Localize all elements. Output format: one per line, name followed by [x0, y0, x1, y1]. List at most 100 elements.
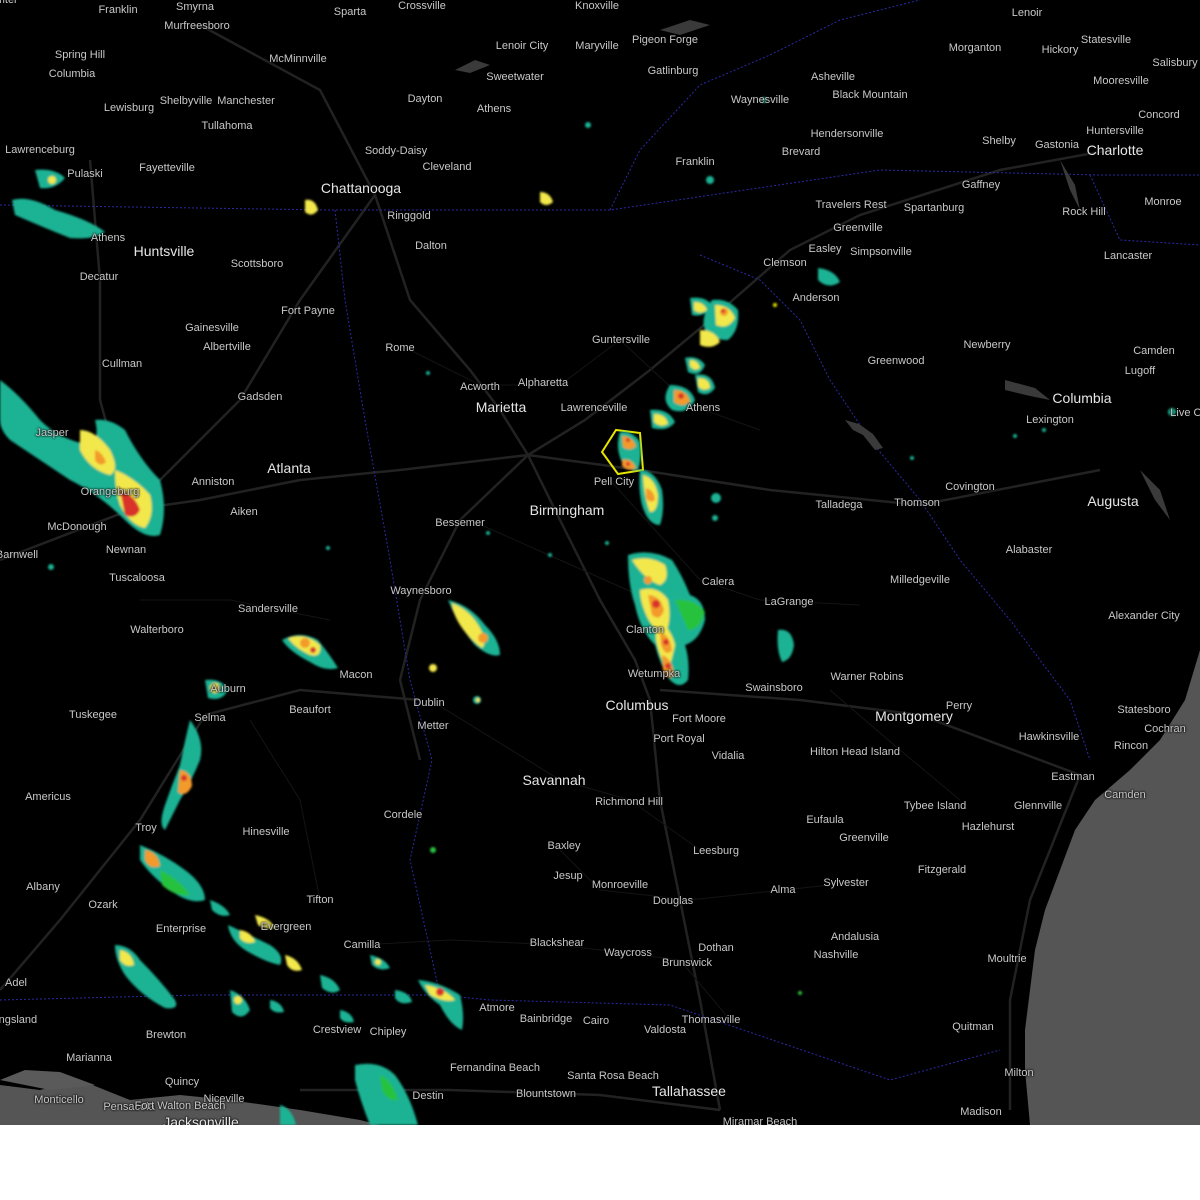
city-label: Alabaster: [1005, 544, 1053, 556]
water-features: [455, 20, 1170, 520]
city-label: Lenoir City: [495, 40, 549, 52]
city-label: Monroe: [1144, 196, 1182, 208]
city-label: Sylvester: [823, 877, 869, 889]
city-label: Covington: [945, 481, 995, 493]
city-label: Destin: [412, 1090, 444, 1102]
city-label: Lugoff: [1124, 365, 1156, 377]
city-label: Chattanooga: [320, 180, 402, 196]
city-label: Pulaski: [67, 168, 103, 180]
city-label: Augusta: [1087, 493, 1139, 509]
city-label: Aiken: [230, 506, 258, 518]
city-label: Monroeville: [591, 879, 649, 891]
city-label: Travelers Rest: [815, 199, 887, 211]
city-label: Blackshear: [529, 937, 585, 949]
city-label: Crossville: [398, 0, 446, 12]
city-label: Auburn: [210, 683, 246, 695]
city-label: Lancaster: [1103, 250, 1153, 262]
city-label: Blountstown: [516, 1088, 576, 1100]
city-label: Columbus: [605, 697, 669, 713]
city-label: Fort Walton Beach: [134, 1100, 226, 1112]
city-label: Hawkinsville: [1018, 731, 1080, 743]
city-label: Fernandina Beach: [450, 1062, 540, 1074]
city-label: Spring Hill: [54, 49, 106, 61]
city-label: Adel: [4, 977, 28, 989]
city-label: Sumter: [0, 0, 18, 6]
city-label: Dalton: [415, 240, 447, 252]
city-label: Marianna: [66, 1052, 112, 1064]
city-label: Athens: [476, 103, 512, 115]
city-label: Troy: [135, 822, 157, 834]
city-label: Madison: [960, 1106, 1002, 1118]
city-label: Cullman: [101, 358, 143, 370]
radar-map[interactable]: Franklin Smyrna Murfreesboro Sparta Crossvil…: [0, 0, 1200, 1125]
city-label: Glennville: [1013, 800, 1063, 812]
city-label: Moultrie: [987, 953, 1027, 965]
city-label: Talladega: [815, 499, 863, 511]
city-label: Ozark: [88, 899, 118, 911]
city-label: Savannah: [522, 772, 586, 788]
city-label: Wetumpka: [627, 668, 681, 680]
city-label: Cairo: [582, 1015, 610, 1027]
city-label: Athens: [685, 402, 721, 414]
page-footer: [0, 1125, 1200, 1200]
city-label: Lexington: [1026, 414, 1074, 426]
city-label: Spartanburg: [903, 202, 965, 214]
city-label: Barnwell: [0, 549, 39, 561]
city-label: Albertville: [203, 341, 251, 353]
city-label: Jacksonville: [163, 1114, 239, 1125]
city-label: Tallahassee: [652, 1083, 726, 1099]
city-label: Morganton: [948, 42, 1002, 54]
city-label: Marietta: [475, 399, 527, 415]
city-label: Selma: [194, 712, 226, 724]
city-label: Monticello: [34, 1094, 84, 1106]
city-label: Franklin: [675, 156, 715, 168]
city-label: Lenoir: [1011, 7, 1043, 19]
city-label: Warner Robins: [830, 671, 904, 683]
city-label: Dothan: [698, 942, 734, 954]
city-label: Miramar Beach: [722, 1116, 798, 1125]
city-label: Waycross: [604, 947, 652, 959]
city-label: Hickory: [1041, 44, 1079, 56]
city-label: Andalusia: [830, 931, 880, 943]
city-label: Franklin: [98, 4, 138, 16]
city-label: Valdosta: [644, 1024, 686, 1036]
city-label: Anniston: [191, 476, 235, 488]
city-label: Brunswick: [661, 957, 713, 969]
city-label: McDonough: [47, 521, 107, 533]
city-label: Lawrenceburg: [5, 144, 75, 156]
city-label: Walterboro: [130, 624, 184, 636]
city-label: Greenville: [839, 832, 889, 844]
city-label: Kingsland: [0, 1014, 38, 1026]
city-label: Montgomery: [875, 708, 953, 724]
city-label: McMinnville: [269, 53, 327, 65]
city-label: Huntersville: [1086, 125, 1144, 137]
city-label: Douglas: [652, 895, 694, 907]
city-label: Lawrenceville: [560, 402, 628, 414]
city-label: Orangeburg: [80, 486, 140, 498]
city-label: Leesburg: [693, 845, 739, 857]
city-label: Hilton Head Island: [810, 746, 900, 758]
city-label: Smyrna: [176, 1, 214, 13]
city-label: Pigeon Forge: [631, 34, 699, 46]
city-label: Athens: [90, 232, 126, 244]
city-label: Camilla: [343, 939, 381, 951]
city-label: Fayetteville: [139, 162, 195, 174]
city-label: Sandersville: [238, 603, 298, 615]
city-label: Columbia: [48, 68, 96, 80]
city-label: Salisbury: [1152, 57, 1198, 69]
atlantic-ocean: [1025, 650, 1200, 1125]
city-label: Milton: [1004, 1067, 1034, 1079]
city-label: Clanton: [626, 624, 664, 636]
city-label: Cordele: [383, 809, 423, 821]
city-label: Fort Moore: [672, 713, 726, 725]
city-label: Chipley: [369, 1026, 407, 1038]
city-label: Huntsville: [133, 243, 195, 259]
city-label: Gatlinburg: [647, 65, 699, 77]
city-label: Statesboro: [1117, 704, 1171, 716]
city-label: Atmore: [479, 1002, 515, 1014]
city-label: Bessemer: [435, 517, 485, 529]
city-label: Dayton: [407, 93, 443, 105]
city-label: Camden: [1104, 789, 1146, 801]
city-label: Brevard: [781, 146, 821, 158]
city-label: Soddy-Daisy: [364, 145, 428, 157]
